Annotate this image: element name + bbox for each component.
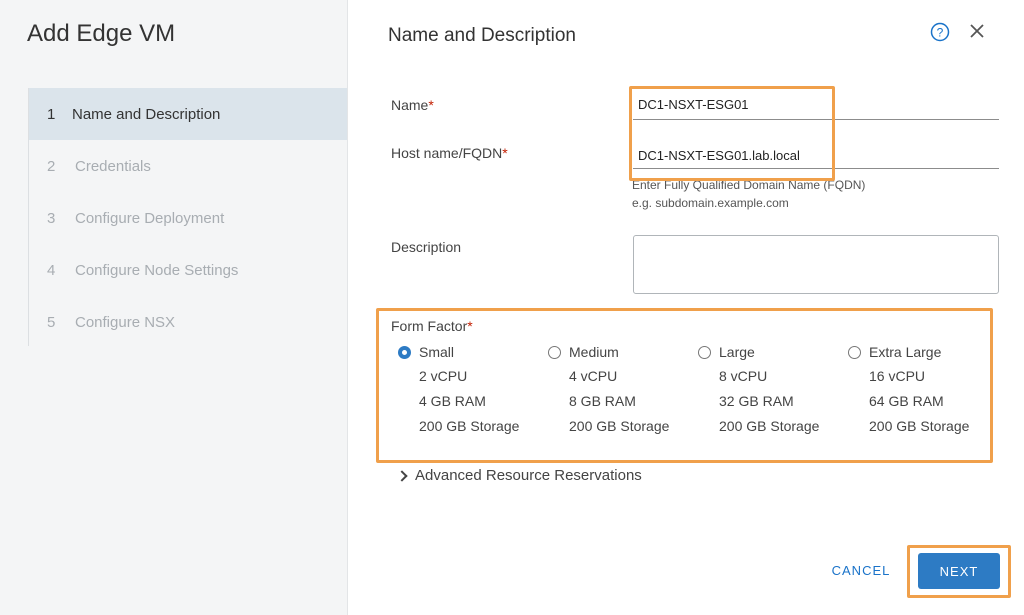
option-cpu: 8 vCPU [719,368,768,384]
form-factor-option-medium: Medium 4 vCPU 8 GB RAM 200 GB Storage [548,343,698,436]
next-button[interactable]: NEXT [918,553,1000,589]
option-ram: 4 GB RAM [419,393,486,409]
form-factor-option-small: Small 2 vCPU 4 GB RAM 200 GB Storage [398,343,548,436]
advanced-reservations-label: Advanced Resource Reservations [415,467,642,484]
option-ram: 32 GB RAM [719,393,794,409]
close-icon[interactable] [967,21,987,41]
step-configure-nsx[interactable]: 5 Configure NSX [29,296,347,348]
option-name: Medium [569,344,619,360]
wizard-title: Add Edge VM [27,20,176,47]
step-number: 2 [47,157,56,175]
advanced-reservations-toggle[interactable]: Advanced Resource Reservations [396,467,642,484]
name-label: Name* [391,97,434,113]
step-label: Configure Deployment [75,209,225,227]
step-name-and-description[interactable]: 1 Name and Description [29,88,347,140]
option-cpu: 16 vCPU [869,368,926,384]
chevron-right-icon [396,469,408,482]
step-credentials[interactable]: 2 Credentials [29,140,347,192]
option-name: Extra Large [869,344,942,360]
radio-selected-icon [398,345,411,359]
option-cpu: 2 vCPU [419,368,468,384]
step-number: 4 [47,261,56,279]
step-label: Configure Node Settings [75,261,239,279]
option-name: Small [419,344,455,360]
step-label: Name and Description [72,105,221,123]
option-ram: 64 GB RAM [869,393,944,409]
form-factor-radio-large[interactable]: Large [698,343,848,361]
radio-icon [548,345,561,359]
hostname-label: Host name/FQDN* [391,145,508,161]
page-title: Name and Description [388,25,576,46]
option-storage: 200 GB Storage [719,418,820,434]
option-ram: 8 GB RAM [569,393,636,409]
form-factor-label: Form Factor* [391,318,473,334]
description-textarea[interactable] [633,235,999,294]
step-label: Configure NSX [75,313,176,331]
step-configure-deployment[interactable]: 3 Configure Deployment [29,192,347,244]
wizard-main: Name and Description ? Name* DC1-NSXT-ES… [349,0,1024,615]
form-factor-option-extra-large: Extra Large 16 vCPU 64 GB RAM 200 GB Sto… [848,343,998,436]
radio-icon [848,345,861,359]
option-storage: 200 GB Storage [569,418,670,434]
wizard-sidebar: Add Edge VM 1 Name and Description 2 Cre… [0,0,348,615]
hostname-hint: Enter Fully Qualified Domain Name (FQDN)… [632,176,865,212]
form-factor-radio-medium[interactable]: Medium [548,343,698,361]
cancel-button[interactable]: CANCEL [818,563,904,583]
option-storage: 200 GB Storage [419,418,520,434]
name-fields-highlight [629,86,835,181]
step-number: 5 [47,313,56,331]
hostname-hint-line2: e.g. subdomain.example.com [632,196,789,210]
description-label: Description [391,239,462,255]
option-storage: 200 GB Storage [869,418,970,434]
step-number: 3 [47,209,56,227]
option-cpu: 4 vCPU [569,368,618,384]
help-icon[interactable]: ? [930,22,950,42]
step-number: 1 [47,105,56,123]
svg-text:?: ? [937,26,944,40]
step-label: Credentials [75,157,151,175]
form-factor-option-large: Large 8 vCPU 32 GB RAM 200 GB Storage [698,343,848,436]
wizard-steps: 1 Name and Description 2 Credentials 3 C… [28,88,347,346]
option-name: Large [719,344,755,360]
step-configure-node-settings[interactable]: 4 Configure Node Settings [29,244,347,296]
radio-icon [698,345,711,359]
form-factor-radio-extra-large[interactable]: Extra Large [848,343,998,361]
form-factor-radio-small[interactable]: Small [398,343,548,361]
